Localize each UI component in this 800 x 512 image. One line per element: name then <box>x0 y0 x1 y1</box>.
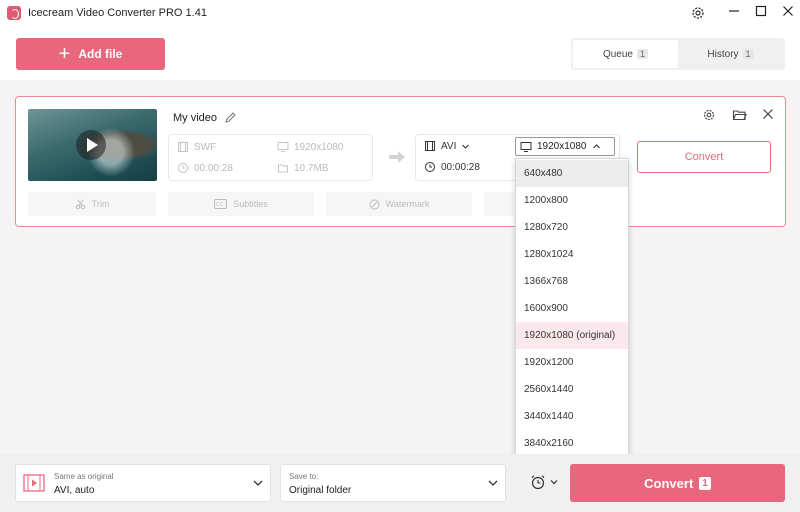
trim-button[interactable]: Trim <box>28 192 156 216</box>
tab-queue-count: 1 <box>637 49 649 59</box>
file-name: My video <box>173 112 218 124</box>
cc-icon: CC <box>214 199 228 209</box>
settings-gear-icon[interactable] <box>690 5 706 24</box>
output-format-select[interactable]: Same as original AVI, auto <box>15 464 271 502</box>
video-format-icon <box>23 474 45 495</box>
target-format-select[interactable]: AVI <box>424 140 470 152</box>
title-bar: Icecream Video Converter PRO 1.41 <box>0 0 800 28</box>
chevron-down-icon <box>462 144 470 149</box>
tab-queue-label: Queue <box>602 48 633 60</box>
resolution-option[interactable]: 1600x900 <box>516 295 628 322</box>
file-settings-gear-icon[interactable] <box>702 108 716 125</box>
file-card: My video SWF 1920x1080 00:00:28 10.7MB A… <box>15 96 786 227</box>
tab-history[interactable]: History 1 <box>678 40 783 68</box>
film-icon <box>425 141 435 151</box>
convert-count-badge: 1 <box>699 476 711 490</box>
resolution-option[interactable]: 1280x1024 <box>516 241 628 268</box>
resolution-option[interactable]: 3840x2160 <box>516 430 628 457</box>
maximize-button[interactable] <box>751 4 771 22</box>
source-duration-value: 00:00:28 <box>194 162 233 174</box>
trim-label: Trim <box>91 199 110 209</box>
resolution-option[interactable]: 640x480 <box>516 160 628 187</box>
add-file-label: Add file <box>78 47 123 61</box>
target-format-value: AVI <box>441 140 457 152</box>
resolution-option[interactable]: 1366x768 <box>516 268 628 295</box>
chevron-down-icon <box>550 480 558 485</box>
source-format: SWF <box>177 141 216 153</box>
clock-icon <box>178 163 188 173</box>
save-to-value: Original folder <box>289 485 352 496</box>
app-title: Icecream Video Converter PRO 1.41 <box>28 7 207 19</box>
target-duration-value: 00:00:28 <box>441 161 480 173</box>
tab-history-label: History <box>707 48 739 60</box>
subtitles-label: Subtitles <box>233 199 268 209</box>
chevron-down-icon <box>252 477 264 492</box>
remove-file-close-icon[interactable] <box>762 108 774 123</box>
resolution-option[interactable]: 2560x1440 <box>516 376 628 403</box>
resolution-option[interactable]: 1280x720 <box>516 214 628 241</box>
source-resolution-value: 1920x1080 <box>294 141 344 153</box>
source-format-value: SWF <box>194 141 217 153</box>
monitor-icon <box>277 142 289 152</box>
resolution-option[interactable]: 1200x800 <box>516 187 628 214</box>
play-icon[interactable] <box>76 130 106 160</box>
svg-text:CC: CC <box>217 202 225 208</box>
folder-icon <box>278 164 288 173</box>
queue-history-tabs: Queue 1 History 1 <box>571 38 785 70</box>
minimize-button[interactable] <box>724 4 744 22</box>
resolution-option[interactable]: 3440x1440 <box>516 403 628 430</box>
source-size-value: 10.7MB <box>294 162 329 174</box>
plus-icon: + <box>58 43 71 65</box>
source-info: SWF 1920x1080 00:00:28 10.7MB <box>168 134 373 181</box>
target-resolution-value: 1920x1080 <box>537 141 587 152</box>
schedule-timer-button[interactable] <box>530 474 559 490</box>
app-logo-icon <box>7 6 21 20</box>
tab-queue[interactable]: Queue 1 <box>573 40 678 68</box>
clock-icon <box>425 162 435 172</box>
resolution-option-selected[interactable]: 1920x1080 (original) <box>516 322 628 349</box>
monitor-icon <box>520 141 532 152</box>
source-size: 10.7MB <box>277 162 328 174</box>
output-format-caption: Same as original <box>54 472 114 481</box>
watermark-button[interactable]: Watermark <box>326 192 472 216</box>
output-format-value: AVI, auto <box>54 485 95 496</box>
more-actions-button[interactable] <box>484 192 514 216</box>
target-duration: 00:00:28 <box>424 161 480 173</box>
scissors-icon <box>75 199 85 209</box>
edit-pencil-icon[interactable] <box>224 111 237 127</box>
open-folder-icon[interactable] <box>732 108 747 125</box>
watermark-label: Watermark <box>385 199 430 209</box>
watermark-icon <box>369 199 380 209</box>
source-resolution: 1920x1080 <box>277 141 344 153</box>
save-to-caption: Save to: <box>289 472 319 481</box>
film-icon <box>178 142 188 152</box>
arrow-right-icon <box>387 149 407 168</box>
convert-file-button[interactable]: Convert <box>637 141 771 173</box>
tab-history-count: 1 <box>742 49 754 59</box>
save-to-select[interactable]: Save to: Original folder <box>280 464 506 502</box>
alarm-clock-icon <box>531 475 545 490</box>
add-file-button[interactable]: + Add file <box>16 38 165 70</box>
convert-all-button[interactable]: Convert 1 <box>570 464 785 502</box>
close-window-button[interactable] <box>778 4 798 22</box>
source-duration: 00:00:28 <box>177 162 233 174</box>
resolution-dropdown-menu: 640x480 1200x800 1280x720 1280x1024 1366… <box>515 158 629 458</box>
video-thumbnail[interactable] <box>28 109 157 181</box>
convert-all-label: Convert <box>644 475 694 491</box>
chevron-down-icon <box>487 477 499 492</box>
chevron-up-icon <box>592 144 600 149</box>
subtitles-button[interactable]: CC Subtitles <box>168 192 314 216</box>
resolution-option[interactable]: 1920x1200 <box>516 349 628 376</box>
target-resolution-select[interactable]: 1920x1080 <box>515 137 615 156</box>
